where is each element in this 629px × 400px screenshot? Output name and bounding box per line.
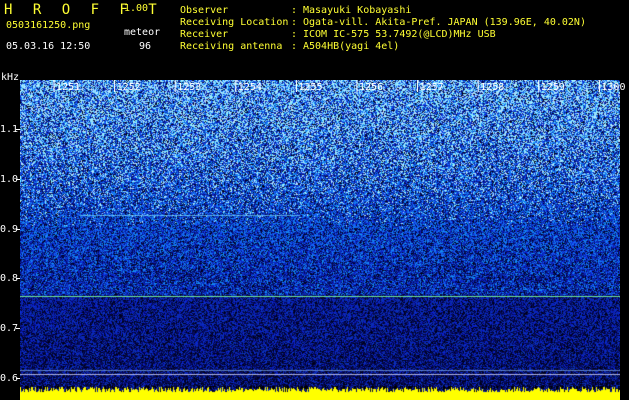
time-label: 1251 [56,82,80,93]
observer-colon: : [291,5,298,16]
time-label: 1254 [238,82,262,93]
antenna-colon: : [291,41,298,52]
antenna-label: Receiving antenna [180,41,283,52]
location-colon: : [291,17,298,28]
freq-label-0-9: 0.9 [0,224,19,235]
freq-label-0-6: 0.6 [0,373,19,384]
location-label: Receiving Location [180,17,289,28]
spectrogram-canvas [20,80,620,400]
time-label: 1258 [480,82,504,93]
receiver-label: Receiver [180,29,229,40]
time-label: 1257 [420,82,444,93]
antenna-value: A504HB(yagi 4el) [303,41,400,52]
time-label: 1259 [541,82,565,93]
mode-label: meteor [124,27,161,38]
time-label: 1252 [117,82,141,93]
count-value: 96 [139,41,152,52]
time-label: 1256 [359,82,383,93]
observer-label: Observer [180,5,229,16]
header-panel: H R O F F T 1.00 0503161250.png meteor 0… [0,0,629,83]
freq-label-1-0: 1.0 [0,174,19,185]
location-value: Ogata-vill. Akita-Pref. JAPAN (139.96E, … [303,17,586,28]
freq-label-1-1: 1.1 [0,124,19,135]
time-label: 1300 [601,82,625,93]
time-axis: 1251 1252 1253 1254 1255 1256 1257 1258 1259 1300 [53,80,625,93]
freq-label-0-8: 0.8 [0,273,19,284]
receiver-colon: : [291,29,298,40]
datetime-label: 05.03.16 12:50 [6,41,91,52]
app-version: 1.00 [124,3,149,14]
time-label: 1255 [298,82,322,93]
time-label: 1253 [177,82,201,93]
freq-label-0-7: 0.7 [0,323,19,334]
observer-value: Masayuki Kobayashi [303,5,412,16]
receiver-value: ICOM IC-575 53.7492(@LCD)MHz USB [303,29,496,40]
file-name: 0503161250.png [6,20,91,31]
